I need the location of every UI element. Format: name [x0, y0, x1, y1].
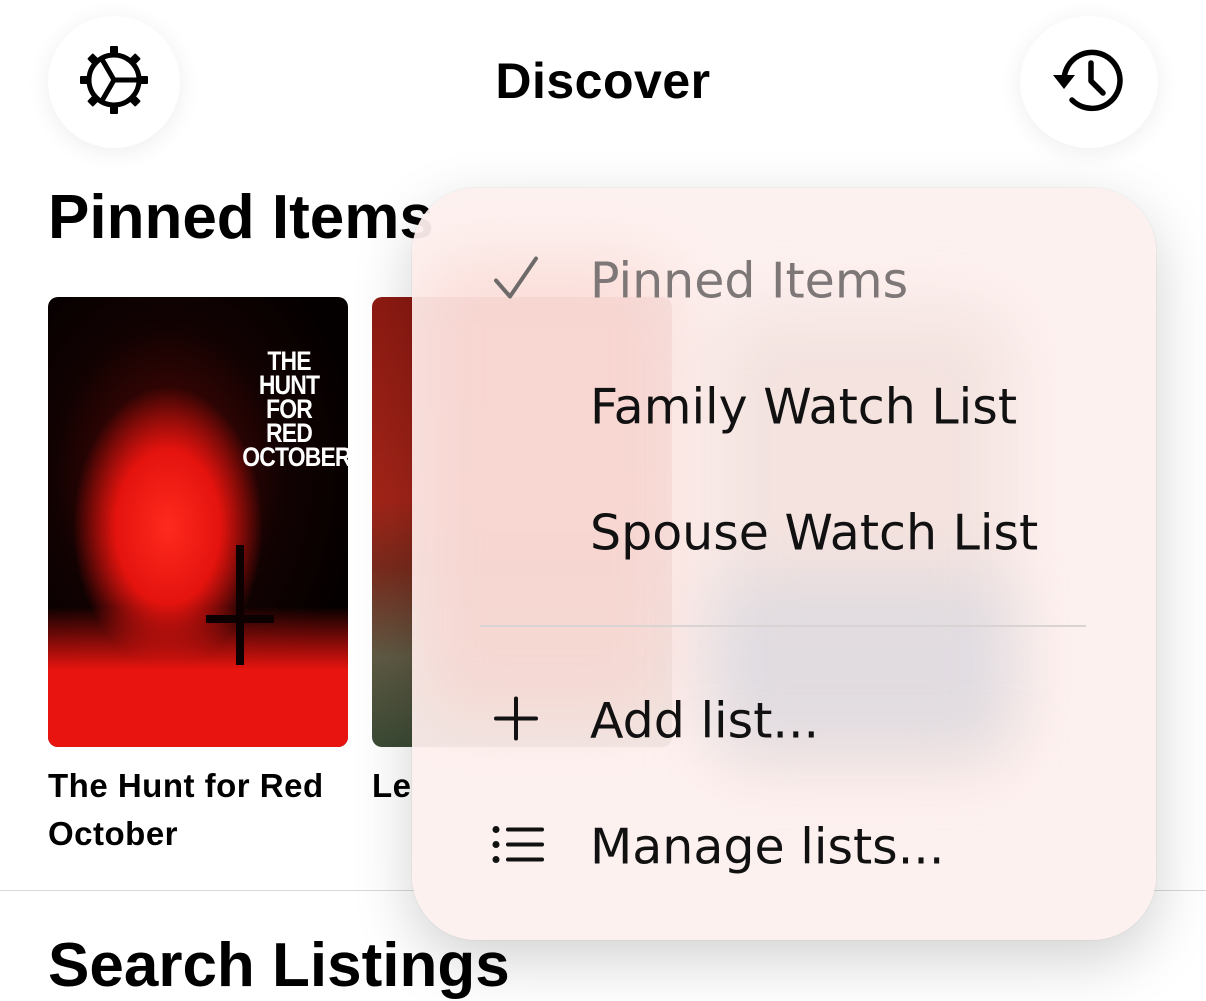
section-title-next: Search Listings [48, 931, 510, 1000]
menu-item-add-list[interactable]: Add list... [412, 666, 1156, 776]
menu-item-label: Manage lists... [590, 818, 945, 876]
history-button[interactable] [1020, 16, 1158, 148]
menu-item-family-watch-list[interactable]: Family Watch List [412, 352, 1156, 462]
menu-item-label: Add list... [590, 692, 820, 750]
menu-item-label: Family Watch List [590, 378, 1018, 436]
menu-item-spouse-watch-list[interactable]: Spouse Watch List [412, 478, 1156, 588]
movie-caption[interactable]: The Hunt for Red October [48, 762, 348, 858]
menu-item-label: Spouse Watch List [590, 504, 1039, 562]
poster-title-text: THE HUNT FOR RED OCTOBER [242, 346, 348, 472]
poster-hunt-for-red-october[interactable]: THE HUNT FOR RED OCTOBER [48, 297, 348, 747]
section-title-pinned: Pinned Items [48, 183, 434, 252]
menu-item-pinned-items[interactable]: Pinned Items [412, 226, 1156, 336]
menu-separator [480, 625, 1086, 627]
checkmark-icon [492, 255, 540, 308]
list-picker-menu: Pinned Items Family Watch List Spouse Wa… [412, 188, 1156, 940]
menu-item-label: Pinned Items [590, 252, 909, 310]
list-icon [492, 825, 546, 870]
menu-item-manage-lists[interactable]: Manage lists... [412, 792, 1156, 902]
history-clock-icon [1051, 45, 1127, 120]
plus-icon [492, 695, 540, 748]
